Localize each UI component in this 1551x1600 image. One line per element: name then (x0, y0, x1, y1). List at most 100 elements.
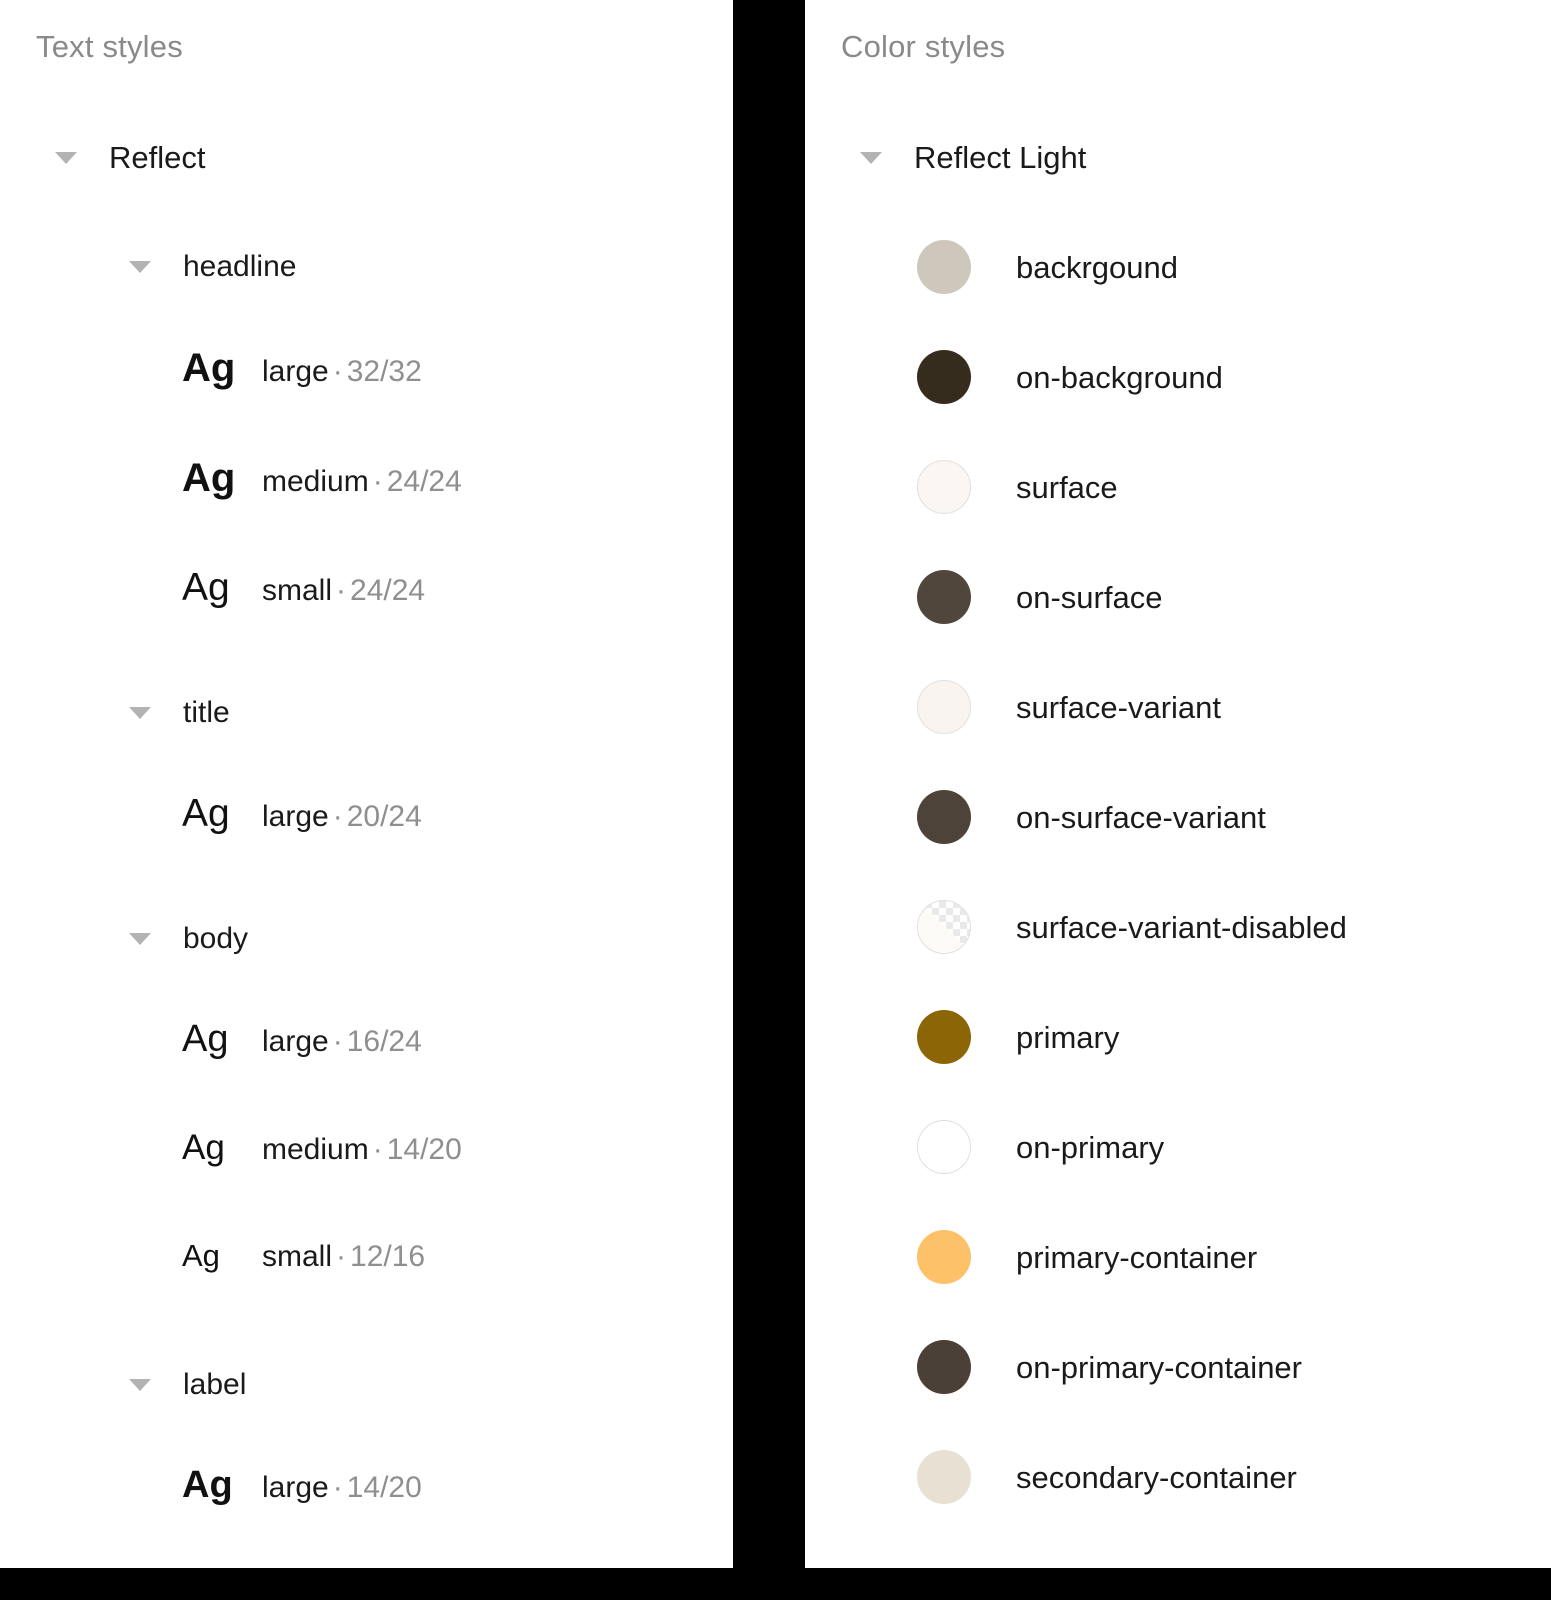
color-style-row[interactable]: on-primary-container (917, 1340, 1302, 1394)
tree-group-body[interactable]: body (129, 924, 248, 954)
text-style-meta: small · 12/16 (262, 1242, 425, 1272)
color-swatch (917, 1230, 971, 1284)
text-style-row[interactable]: Ag large · 16/24 (182, 1020, 422, 1058)
text-style-metrics: 20/24 (346, 800, 422, 833)
color-swatch (917, 1010, 971, 1064)
color-swatch (917, 460, 971, 514)
color-swatch (917, 240, 971, 294)
text-style-preview: Ag (182, 346, 236, 390)
text-style-name: large (262, 1025, 329, 1058)
chevron-down-icon[interactable] (129, 1379, 151, 1391)
color-styles-heading: Color styles (841, 29, 1006, 64)
color-swatch (917, 790, 971, 844)
color-style-label: primary (1016, 1019, 1120, 1055)
color-style-row[interactable]: on-surface (917, 570, 1162, 624)
color-style-label: on-primary (1016, 1129, 1165, 1165)
tree-group-label: headline (183, 250, 297, 283)
color-style-label: primary-container (1016, 1239, 1258, 1275)
separator-dot: · (332, 1471, 343, 1504)
text-style-row[interactable]: Ag large · 14/20 (182, 1466, 422, 1504)
color-swatch (917, 1340, 971, 1394)
chevron-down-icon[interactable] (860, 151, 882, 164)
separator-dot: · (332, 1025, 343, 1058)
tree-group-label: Reflect (109, 140, 206, 175)
tree-group-label: body (183, 922, 249, 955)
text-style-row[interactable]: Ag medium · 24/24 (182, 458, 462, 498)
chevron-down-icon[interactable] (55, 151, 77, 164)
text-style-name: small (262, 574, 333, 607)
text-style-preview: Ag (182, 566, 230, 609)
color-style-label: on-surface (1016, 579, 1163, 615)
color-style-label: backrgound (1016, 249, 1179, 285)
color-style-row[interactable]: backrgound (917, 240, 1178, 294)
text-style-preview: Ag (182, 1018, 229, 1060)
text-style-meta: medium · 24/24 (262, 467, 462, 497)
tree-group-label[interactable]: label (129, 1370, 246, 1400)
color-style-label: on-surface-variant (1016, 799, 1266, 835)
text-style-row[interactable]: Ag small · 12/16 (182, 1240, 425, 1272)
color-style-row[interactable]: surface (917, 460, 1118, 514)
color-swatch (917, 900, 971, 954)
text-style-preview: Ag (182, 792, 230, 835)
tree-group-reflect-light[interactable]: Reflect Light (860, 142, 1086, 173)
text-style-row[interactable]: Ag medium · 14/20 (182, 1130, 462, 1165)
text-style-name: medium (262, 465, 369, 498)
text-style-name: large (262, 1471, 329, 1504)
text-style-meta: medium · 14/20 (262, 1135, 462, 1165)
color-style-label: on-background (1016, 359, 1223, 395)
tree-group-headline[interactable]: headline (129, 252, 296, 282)
separator-dot: · (332, 800, 343, 833)
color-style-label: surface-variant-disabled (1016, 909, 1347, 945)
text-style-meta: large · 32/32 (262, 357, 422, 387)
text-style-metrics: 12/16 (350, 1240, 426, 1273)
text-style-name: medium (262, 1133, 369, 1166)
color-swatch (917, 680, 971, 734)
color-style-label: surface-variant (1016, 689, 1222, 725)
text-styles-panel: Text styles Reflect headline Ag large · 32/32… (0, 0, 733, 1568)
text-style-row[interactable]: Ag small · 24/24 (182, 568, 425, 607)
text-style-name: large (262, 355, 329, 388)
color-style-label: secondary-container (1016, 1459, 1297, 1495)
color-style-row[interactable]: surface-variant (917, 680, 1221, 734)
text-style-metrics: 14/20 (346, 1471, 422, 1504)
tree-group-title[interactable]: title (129, 698, 230, 728)
text-style-preview: Ag (182, 1128, 225, 1167)
color-style-row[interactable]: on-primary (917, 1120, 1164, 1174)
text-style-row[interactable]: Ag large · 32/32 (182, 348, 422, 388)
text-style-name: small (262, 1240, 333, 1273)
color-style-row[interactable]: on-surface-variant (917, 790, 1266, 844)
tree-group-label: title (183, 696, 230, 729)
text-style-metrics: 24/24 (350, 574, 426, 607)
text-style-metrics: 32/32 (346, 355, 422, 388)
text-style-name: large (262, 800, 329, 833)
color-style-row[interactable]: primary (917, 1010, 1119, 1064)
styles-screen: Text styles Reflect headline Ag large · 32/32… (0, 0, 1551, 1600)
text-style-meta: small · 24/24 (262, 576, 425, 606)
separator-dot: · (336, 574, 347, 607)
color-style-label: surface (1016, 469, 1118, 505)
color-swatch (917, 570, 971, 624)
color-style-row[interactable]: on-background (917, 350, 1223, 404)
panel-divider (733, 0, 805, 1568)
chevron-down-icon[interactable] (129, 933, 151, 945)
color-swatch (917, 1120, 971, 1174)
text-style-preview: Ag (182, 1238, 220, 1273)
chevron-down-icon[interactable] (129, 261, 151, 273)
tree-group-label: label (183, 1368, 247, 1401)
color-style-row[interactable]: primary-container (917, 1230, 1257, 1284)
color-style-row[interactable]: surface-variant-disabled (917, 900, 1347, 954)
text-style-row[interactable]: Ag large · 20/24 (182, 794, 422, 833)
color-styles-panel: Color styles Reflect Light backrgound on-b… (805, 0, 1551, 1568)
text-style-metrics: 16/24 (346, 1025, 422, 1058)
text-style-meta: large · 14/20 (262, 1473, 422, 1503)
text-style-preview: Ag (182, 456, 236, 500)
tree-group-reflect[interactable]: Reflect (55, 142, 205, 173)
separator-dot: · (372, 1133, 383, 1166)
color-swatch (917, 1450, 971, 1504)
chevron-down-icon[interactable] (129, 707, 151, 719)
text-style-preview: Ag (182, 1464, 233, 1506)
color-style-label: on-primary-container (1016, 1349, 1302, 1385)
color-style-row[interactable]: secondary-container (917, 1450, 1297, 1504)
text-style-meta: large · 20/24 (262, 802, 422, 832)
text-styles-heading: Text styles (36, 29, 183, 64)
